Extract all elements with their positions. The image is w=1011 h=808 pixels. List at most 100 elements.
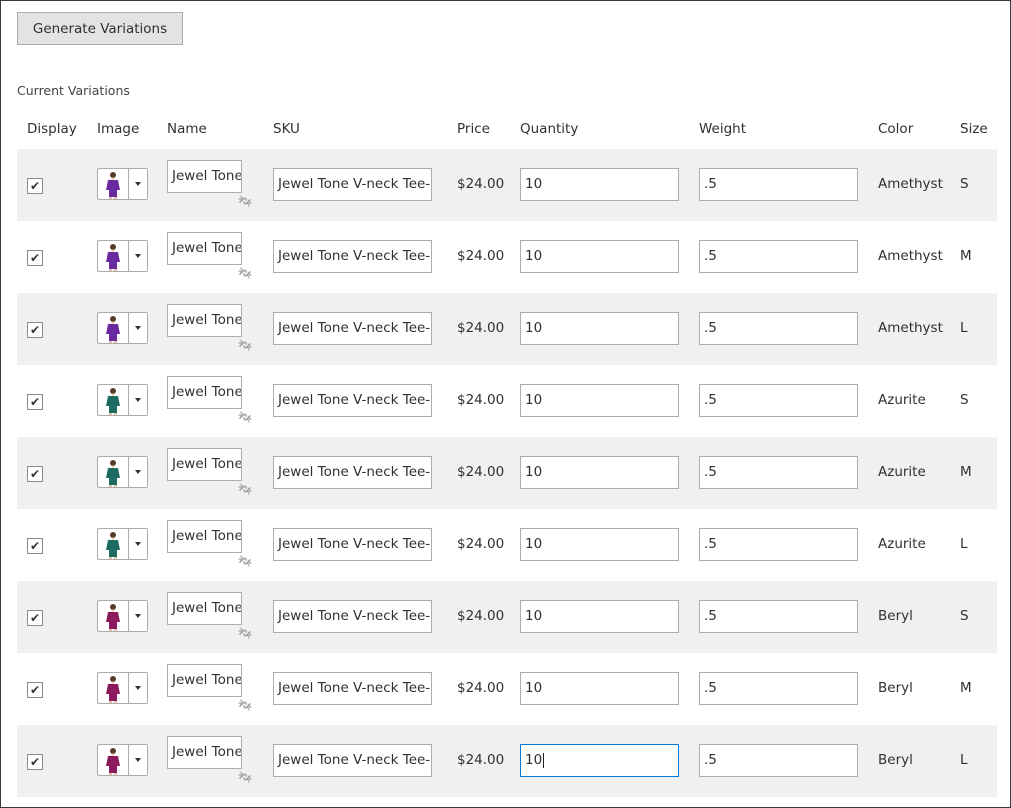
color-value: Azurite	[878, 536, 926, 552]
quantity-input[interactable]: 10	[520, 672, 679, 705]
weight-input[interactable]: .5	[699, 744, 858, 777]
name-input[interactable]: Jewel Tone	[167, 520, 242, 553]
image-dropdown-button[interactable]	[129, 168, 148, 200]
image-dropdown-button[interactable]	[129, 744, 148, 776]
display-checkbox[interactable]: ✔	[27, 682, 43, 698]
display-checkbox[interactable]: ✔	[27, 322, 43, 338]
quantity-input[interactable]: 10	[520, 312, 679, 345]
weight-input[interactable]: .5	[699, 600, 858, 633]
product-thumbnail[interactable]	[97, 312, 129, 344]
quantity-input[interactable]: 10	[520, 744, 679, 777]
broken-link-icon[interactable]	[237, 265, 253, 281]
product-thumbnail[interactable]	[97, 456, 129, 488]
image-dropdown-button[interactable]	[129, 456, 148, 488]
name-input[interactable]: Jewel Tone	[167, 448, 242, 481]
chevron-down-icon	[135, 686, 141, 690]
image-dropdown-button[interactable]	[129, 600, 148, 632]
weight-input[interactable]: .5	[699, 240, 858, 273]
product-thumbnail[interactable]	[97, 528, 129, 560]
size-value: M	[960, 464, 972, 480]
quantity-input[interactable]: 10	[520, 384, 679, 417]
quantity-value: 10	[525, 320, 543, 336]
table-row: ✔ Jewel Tone Jewel Tone V-neck Tee- $24.00 1…	[17, 293, 997, 365]
product-thumbnail[interactable]	[97, 384, 129, 416]
image-dropdown-button[interactable]	[129, 240, 148, 272]
image-dropdown-button[interactable]	[129, 672, 148, 704]
weight-input[interactable]: .5	[699, 168, 858, 201]
broken-link-icon[interactable]	[237, 409, 253, 425]
table-row: ✔ Jewel Tone Jewel Tone V-neck Tee- $24.00 1…	[17, 221, 997, 293]
column-header-image: Image	[97, 121, 140, 137]
broken-link-icon[interactable]	[237, 193, 253, 209]
weight-input[interactable]: .5	[699, 528, 858, 561]
quantity-value: 10	[525, 392, 543, 408]
display-checkbox[interactable]: ✔	[27, 250, 43, 266]
sku-input[interactable]: Jewel Tone V-neck Tee-	[273, 456, 432, 489]
weight-input[interactable]: .5	[699, 672, 858, 705]
quantity-value: 10	[525, 680, 543, 696]
sku-input[interactable]: Jewel Tone V-neck Tee-	[273, 168, 432, 201]
size-value: M	[960, 680, 972, 696]
table-header: Display Image Name SKU Price Quantity We…	[17, 115, 997, 149]
name-input[interactable]: Jewel Tone	[167, 736, 242, 769]
chevron-down-icon	[135, 326, 141, 330]
name-input[interactable]: Jewel Tone	[167, 232, 242, 265]
display-checkbox[interactable]: ✔	[27, 754, 43, 770]
image-dropdown-button[interactable]	[129, 384, 148, 416]
display-checkbox[interactable]: ✔	[27, 466, 43, 482]
name-input[interactable]: Jewel Tone	[167, 592, 242, 625]
sku-input[interactable]: Jewel Tone V-neck Tee-	[273, 672, 432, 705]
text-caret	[543, 752, 545, 768]
column-header-name: Name	[167, 121, 207, 137]
shirt-model-icon	[106, 388, 120, 415]
chevron-down-icon	[135, 182, 141, 186]
display-checkbox[interactable]: ✔	[27, 178, 43, 194]
sku-input[interactable]: Jewel Tone V-neck Tee-	[273, 312, 432, 345]
name-input[interactable]: Jewel Tone	[167, 376, 242, 409]
quantity-input[interactable]: 10	[520, 528, 679, 561]
display-checkbox[interactable]: ✔	[27, 610, 43, 626]
column-header-size: Size	[960, 121, 988, 137]
sku-input[interactable]: Jewel Tone V-neck Tee-	[273, 528, 432, 561]
product-thumbnail[interactable]	[97, 168, 129, 200]
chevron-down-icon	[135, 758, 141, 762]
display-checkbox[interactable]: ✔	[27, 538, 43, 554]
color-value: Beryl	[878, 680, 913, 696]
sku-input[interactable]: Jewel Tone V-neck Tee-	[273, 744, 432, 777]
sku-input[interactable]: Jewel Tone V-neck Tee-	[273, 240, 432, 273]
generate-variations-button[interactable]: Generate Variations	[17, 12, 183, 45]
weight-input[interactable]: .5	[699, 384, 858, 417]
chevron-down-icon	[135, 470, 141, 474]
display-checkbox[interactable]: ✔	[27, 394, 43, 410]
broken-link-icon[interactable]	[237, 553, 253, 569]
color-value: Beryl	[878, 752, 913, 768]
weight-input[interactable]: .5	[699, 456, 858, 489]
quantity-input[interactable]: 10	[520, 600, 679, 633]
price-value: $24.00	[457, 464, 505, 480]
quantity-input[interactable]: 10	[520, 240, 679, 273]
color-value: Amethyst	[878, 320, 943, 336]
product-thumbnail[interactable]	[97, 672, 129, 704]
sku-input[interactable]: Jewel Tone V-neck Tee-	[273, 384, 432, 417]
size-value: S	[960, 392, 969, 408]
weight-input[interactable]: .5	[699, 312, 858, 345]
product-thumbnail[interactable]	[97, 240, 129, 272]
sku-input[interactable]: Jewel Tone V-neck Tee-	[273, 600, 432, 633]
image-dropdown-button[interactable]	[129, 528, 148, 560]
name-input[interactable]: Jewel Tone	[167, 304, 242, 337]
column-header-display: Display	[27, 121, 77, 137]
name-input[interactable]: Jewel Tone	[167, 664, 242, 697]
broken-link-icon[interactable]	[237, 769, 253, 785]
product-thumbnail[interactable]	[97, 600, 129, 632]
image-dropdown-button[interactable]	[129, 312, 148, 344]
broken-link-icon[interactable]	[237, 625, 253, 641]
chevron-down-icon	[135, 254, 141, 258]
quantity-input[interactable]: 10	[520, 168, 679, 201]
name-input[interactable]: Jewel Tone	[167, 160, 242, 193]
broken-link-icon[interactable]	[237, 337, 253, 353]
color-value: Azurite	[878, 464, 926, 480]
product-thumbnail[interactable]	[97, 744, 129, 776]
broken-link-icon[interactable]	[237, 481, 253, 497]
quantity-input[interactable]: 10	[520, 456, 679, 489]
broken-link-icon[interactable]	[237, 697, 253, 713]
